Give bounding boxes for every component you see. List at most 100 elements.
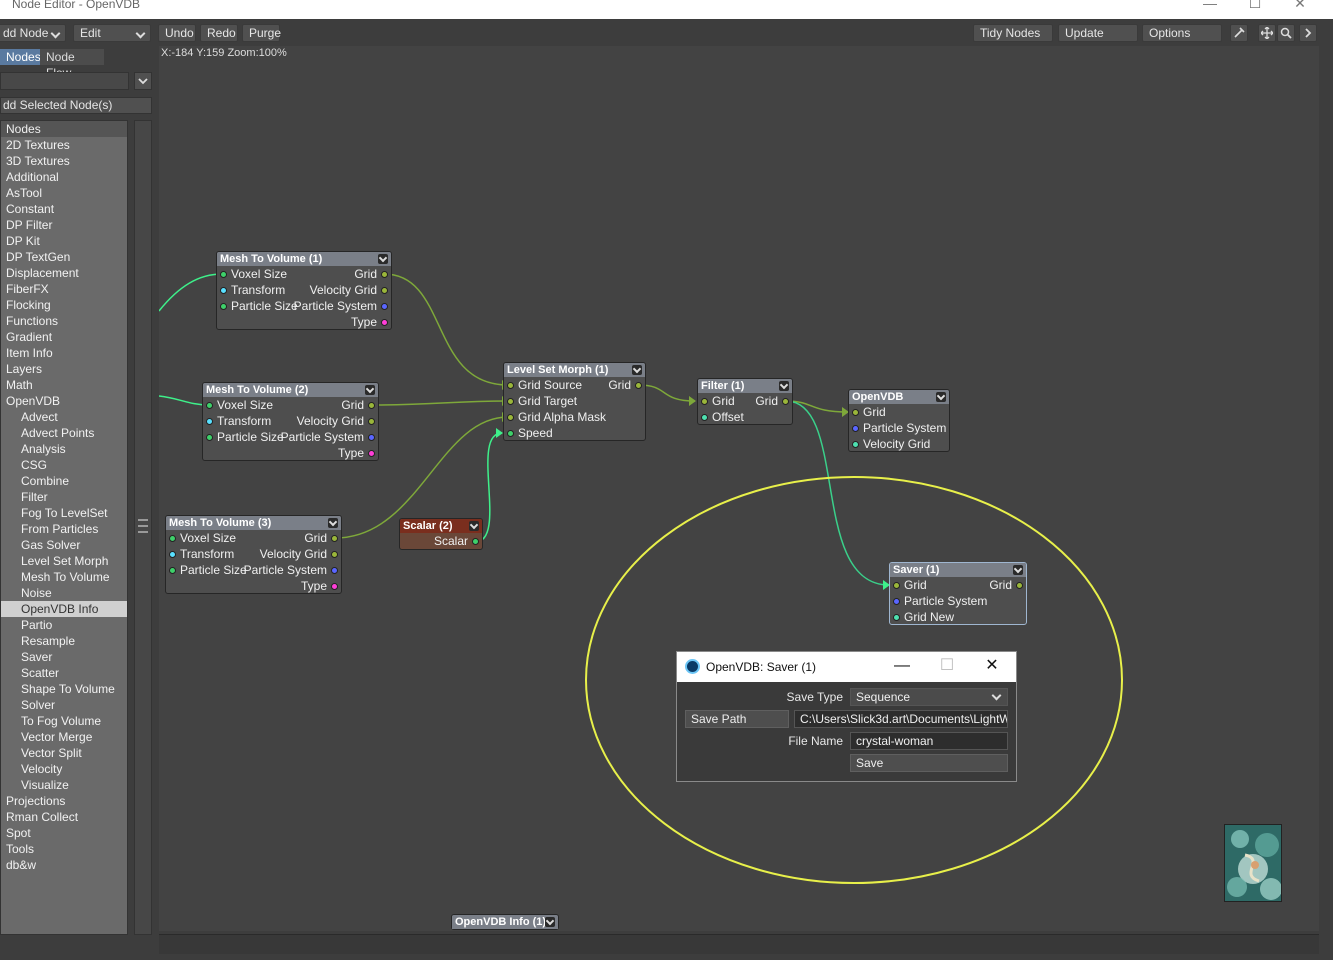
list-item[interactable]: DP TextGen [1,249,127,265]
tab-nodes[interactable]: Nodes [0,49,41,65]
list-item[interactable]: Item Info [1,345,127,361]
search-input[interactable] [0,72,129,90]
port-grid-new-in[interactable] [893,614,900,621]
list-item[interactable]: AsTool [1,185,127,201]
list-item[interactable]: Noise [1,585,127,601]
list-item[interactable]: Spot [1,825,127,841]
chevron-down-icon[interactable] [936,392,946,402]
tab-node-flow[interactable]: Node Flow [40,49,104,80]
node-header[interactable]: Scalar (2) [400,519,482,533]
chevron-down-icon[interactable] [378,254,388,264]
port-velocity-grid-out[interactable] [381,287,388,294]
minimize-icon[interactable]: — [880,652,924,682]
node-filter-1[interactable]: Filter (1) Grid Grid Offset [697,378,793,425]
update-button[interactable]: Update [1058,24,1138,42]
save-path-field[interactable]: C:\Users\Slick3d.art\Documents\LightWav [794,710,1008,728]
node-header[interactable]: OpenVDB [849,390,949,404]
maximize-icon[interactable]: ☐ [1245,0,1265,17]
list-item[interactable]: 3D Textures [1,153,127,169]
list-item[interactable]: Partio [1,617,127,633]
list-item[interactable]: OpenVDB Info [1,601,127,617]
port-grid-in[interactable] [701,398,708,405]
port-transform[interactable] [220,287,227,294]
list-item[interactable]: Filter [1,489,127,505]
node-header[interactable]: Saver (1) [890,563,1026,577]
chevron-down-icon[interactable] [632,365,642,375]
port-particle-system-in[interactable] [852,425,859,432]
port-particle-system-in[interactable] [893,598,900,605]
chevron-down-icon[interactable] [1013,565,1023,575]
chevron-down-icon[interactable] [545,917,555,927]
purge-button[interactable]: Purge [242,24,281,42]
zoom-icon[interactable] [1277,24,1295,42]
list-item[interactable]: Advect Points [1,425,127,441]
chevron-down-icon[interactable] [328,518,338,528]
node-header[interactable]: Mesh To Volume (3) [166,516,341,530]
options-button[interactable]: Options [1142,24,1222,42]
node-mesh-to-volume-2[interactable]: Mesh To Volume (2) Voxel Size Grid Transf… [202,382,379,461]
chevron-down-icon[interactable] [779,381,789,391]
list-item[interactable]: Projections [1,793,127,809]
list-item[interactable]: Displacement [1,265,127,281]
port-particle-system-out[interactable] [331,567,338,574]
node-header[interactable]: OpenVDB Info (1) [452,915,558,929]
port-grid-alpha-mask[interactable] [507,414,514,421]
maximize-icon[interactable]: ☐ [925,652,969,682]
port-grid-out[interactable] [1016,582,1023,589]
port-velocity-grid-out[interactable] [368,418,375,425]
save-type-select[interactable]: Sequence [850,688,1008,706]
pin-icon[interactable] [1230,24,1248,42]
node-scalar-2[interactable]: Scalar (2) Scalar [399,518,483,550]
node-mesh-to-volume-1[interactable]: Mesh To Volume (1) Voxel Size Grid Transf… [216,251,392,330]
search-dropdown-button[interactable] [134,72,152,90]
port-scalar-out[interactable] [472,538,479,545]
port-velocity-grid-in[interactable] [852,441,859,448]
expand-arrow-icon[interactable] [1299,24,1317,42]
node-openvdb[interactable]: OpenVDB Grid Particle System Velocity Gr… [848,389,950,452]
port-transform[interactable] [169,551,176,558]
port-particle-size[interactable] [220,303,227,310]
minimize-icon[interactable]: — [1200,0,1220,17]
port-grid-out[interactable] [381,271,388,278]
node-header[interactable]: Mesh To Volume (2) [203,383,378,397]
port-voxel-size[interactable] [169,535,176,542]
chevron-down-icon[interactable] [469,521,479,531]
list-item[interactable]: Resample [1,633,127,649]
list-item[interactable]: db&w [1,857,127,873]
port-particle-system-out[interactable] [368,434,375,441]
list-scrollbar[interactable] [134,120,152,935]
list-item[interactable]: Visualize [1,777,127,793]
node-level-set-morph-1[interactable]: Level Set Morph (1) Grid Source Grid Grid… [503,362,646,441]
port-grid-out[interactable] [331,535,338,542]
list-item[interactable]: 2D Textures [1,137,127,153]
node-header[interactable]: Mesh To Volume (1) [217,252,391,266]
list-item[interactable]: Vector Split [1,745,127,761]
port-grid-target[interactable] [507,398,514,405]
port-particle-size[interactable] [206,434,213,441]
list-item[interactable]: OpenVDB [1,393,127,409]
node-canvas[interactable]: X:-184 Y:159 Zoom:100% Mesh To Volume (1… [159,46,1319,931]
list-item[interactable]: Layers [1,361,127,377]
list-item[interactable]: Combine [1,473,127,489]
tidy-nodes-button[interactable]: Tidy Nodes [973,24,1053,42]
list-item[interactable]: Solver [1,697,127,713]
list-item[interactable]: DP Kit [1,233,127,249]
port-type-out[interactable] [381,319,388,326]
scroll-grip-icon[interactable] [138,519,148,533]
list-item[interactable]: To Fog Volume [1,713,127,729]
chevron-down-icon[interactable] [365,385,375,395]
list-item[interactable]: Functions [1,313,127,329]
list-item[interactable]: CSG [1,457,127,473]
list-item[interactable]: Shape To Volume [1,681,127,697]
list-item[interactable]: Analysis [1,441,127,457]
list-item[interactable]: Gradient [1,329,127,345]
list-item[interactable]: Rman Collect [1,809,127,825]
port-grid-out[interactable] [782,398,789,405]
port-type-out[interactable] [368,450,375,457]
port-grid-source[interactable] [507,382,514,389]
node-saver-1[interactable]: Saver (1) Grid Grid Particle System Grid … [889,562,1027,625]
port-type-out[interactable] [331,583,338,590]
save-button[interactable]: Save [850,754,1008,772]
port-speed[interactable] [507,430,514,437]
dialog-titlebar[interactable]: OpenVDB: Saver (1) — ☐ ✕ [677,652,1016,682]
